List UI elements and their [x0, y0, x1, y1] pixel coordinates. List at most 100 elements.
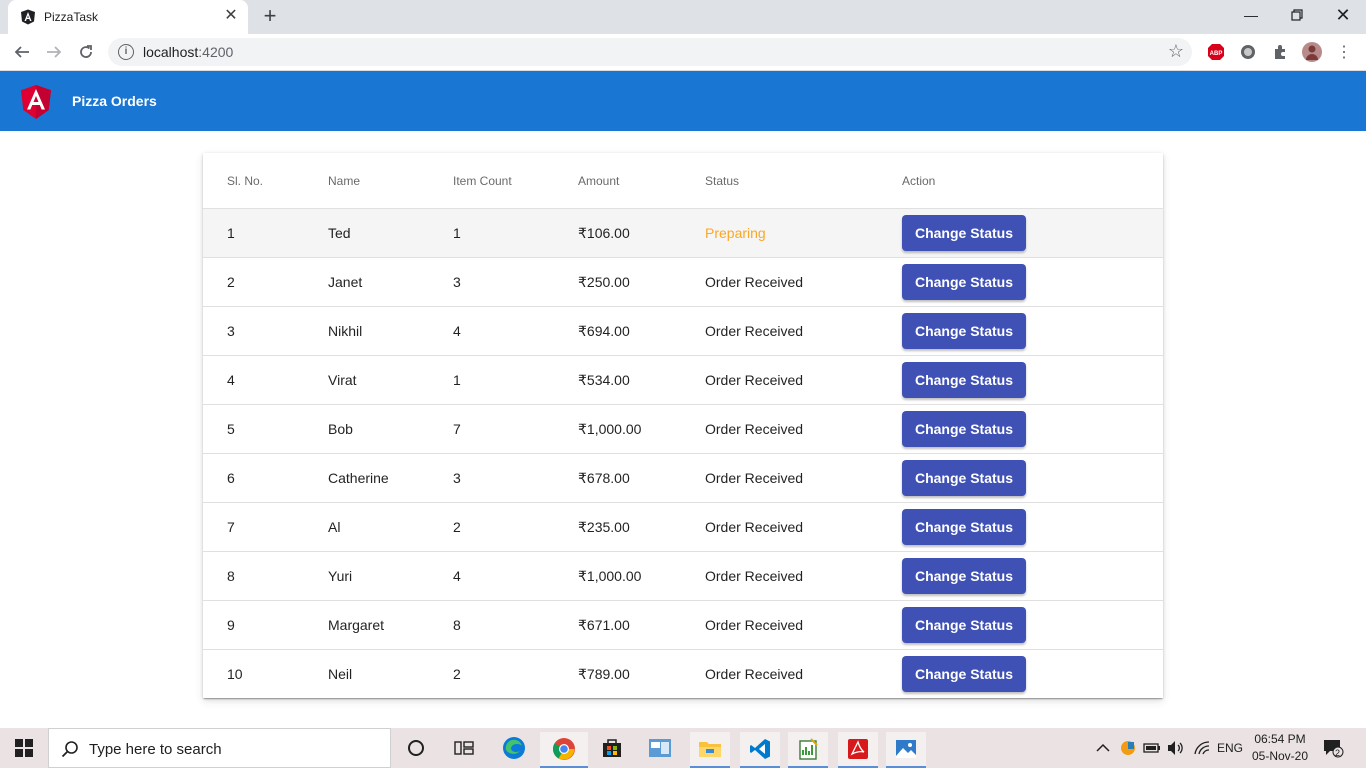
adblock-extension-icon[interactable]: ABP: [1206, 42, 1226, 62]
cell-name: Ted: [328, 208, 453, 258]
taskbar-search-box[interactable]: Type here to search: [48, 728, 391, 768]
cell-status: Order Received: [705, 355, 902, 405]
store-icon[interactable]: [592, 732, 632, 764]
change-status-button[interactable]: Change Status: [902, 264, 1026, 300]
change-status-button[interactable]: Change Status: [902, 558, 1026, 594]
browser-tab[interactable]: PizzaTask ✕: [8, 0, 248, 34]
header-status: Status: [705, 153, 902, 209]
angular-favicon-icon: [21, 9, 35, 25]
task-view-icon[interactable]: [444, 732, 484, 764]
cell-item-count: 4: [453, 306, 578, 356]
cell-action: Change Status: [902, 502, 1163, 552]
file-explorer-icon[interactable]: [690, 732, 730, 768]
wifi-icon[interactable]: [1193, 728, 1211, 768]
cell-action: Change Status: [902, 306, 1163, 356]
minimize-icon[interactable]: —: [1228, 0, 1274, 30]
cell-status: Order Received: [705, 551, 902, 601]
change-status-button[interactable]: Change Status: [902, 411, 1026, 447]
cell-name: Nikhil: [328, 306, 453, 356]
table-header-row: Sl. No. Name Item Count Amount Status Ac…: [203, 153, 1163, 209]
change-status-button[interactable]: Change Status: [902, 607, 1026, 643]
url-text: localhost:4200: [143, 44, 234, 60]
address-bar[interactable]: i localhost:4200 ☆: [108, 38, 1192, 66]
window-close-icon[interactable]: ✕: [1320, 0, 1366, 30]
change-status-button[interactable]: Change Status: [902, 460, 1026, 496]
tray-app-icon[interactable]: [1120, 728, 1136, 768]
cell-sl-no: 5: [203, 404, 328, 454]
notification-count: 2: [1335, 748, 1341, 758]
cell-item-count: 2: [453, 502, 578, 552]
restore-icon[interactable]: [1274, 0, 1320, 30]
tab-title: PizzaTask: [44, 10, 99, 24]
header-action: Action: [902, 153, 1163, 209]
cell-name: Yuri: [328, 551, 453, 601]
vscode-icon[interactable]: [740, 732, 780, 768]
change-status-button[interactable]: Change Status: [902, 509, 1026, 545]
change-status-button[interactable]: Change Status: [902, 215, 1026, 251]
cell-sl-no: 10: [227, 666, 243, 682]
cell-name: Al: [328, 502, 453, 552]
back-icon[interactable]: [10, 40, 34, 64]
cell-amount: ₹789.00: [578, 665, 630, 682]
close-tab-icon[interactable]: ✕: [222, 7, 240, 25]
show-hidden-icons[interactable]: [1096, 728, 1110, 768]
battery-icon[interactable]: [1143, 728, 1161, 768]
svg-text:ABP: ABP: [1210, 51, 1223, 57]
cell-action: Change Status: [902, 208, 1163, 258]
cell-name: Margaret: [328, 600, 453, 650]
notepad-chart-icon[interactable]: [788, 732, 828, 768]
search-icon: [61, 741, 78, 758]
cell-action: Change Status: [902, 404, 1163, 454]
cell-name: Bob: [328, 404, 453, 454]
bookmark-star-icon[interactable]: ☆: [1168, 41, 1184, 62]
cell-amount: ₹534.00: [578, 355, 705, 405]
table-row: 7 Al 2 ₹235.00 Order Received Change Sta…: [203, 502, 1163, 552]
search-placeholder: Type here to search: [89, 741, 222, 758]
site-info-icon[interactable]: i: [118, 44, 134, 60]
browser-menu-icon[interactable]: ⋮: [1334, 42, 1354, 62]
taskbar-clock[interactable]: 06:54 PM 05-Nov-20: [1248, 731, 1312, 765]
app-toolbar: Pizza Orders: [0, 71, 1366, 131]
cell-amount: ₹678.00: [578, 453, 705, 503]
cell-name: Neil: [328, 666, 353, 682]
volume-icon[interactable]: [1167, 728, 1185, 768]
cell-status: Order Received: [705, 600, 902, 650]
edge-browser-icon[interactable]: [494, 732, 534, 764]
extension-circle-icon[interactable]: [1238, 42, 1258, 62]
cell-action: Change Status: [902, 650, 1163, 699]
cell-status: Order Received: [705, 453, 902, 503]
notification-center-icon[interactable]: 2: [1322, 728, 1344, 768]
app-title: Pizza Orders: [72, 93, 157, 109]
cell-status: Preparing: [705, 208, 902, 258]
orders-table: Sl. No. Name Item Count Amount Status Ac…: [203, 153, 1163, 698]
forward-icon[interactable]: [42, 40, 66, 64]
app-window-icon[interactable]: [640, 732, 680, 764]
table-row: 6 Catherine 3 ₹678.00 Order Received Cha…: [203, 453, 1163, 503]
cell-sl-no: 2: [203, 257, 328, 307]
table-row: 5 Bob 7 ₹1,000.00 Order Received Change …: [203, 404, 1163, 454]
header-sl-no: Sl. No.: [203, 153, 328, 209]
reload-icon[interactable]: [74, 40, 98, 64]
chrome-icon[interactable]: [540, 732, 588, 768]
change-status-button[interactable]: Change Status: [902, 362, 1026, 398]
change-status-button[interactable]: Change Status: [902, 313, 1026, 349]
cortana-icon[interactable]: [396, 732, 436, 764]
profile-avatar-icon[interactable]: [1302, 42, 1322, 62]
pdf-reader-icon[interactable]: [838, 732, 878, 768]
change-status-button[interactable]: Change Status: [902, 656, 1026, 692]
cell-action: Change Status: [902, 600, 1163, 650]
input-language[interactable]: ENG: [1217, 728, 1243, 768]
extensions-puzzle-icon[interactable]: [1270, 42, 1290, 62]
cell-action: Change Status: [902, 453, 1163, 503]
cell-item-count: 3: [453, 257, 578, 307]
photos-icon[interactable]: [886, 732, 926, 768]
cell-name: Janet: [328, 257, 453, 307]
clock-date: 05-Nov-20: [1251, 749, 1309, 763]
header-name: Name: [328, 153, 453, 209]
new-tab-icon[interactable]: +: [258, 5, 282, 29]
cell-item-count: 1: [453, 208, 578, 258]
table-row: 9 Margaret 8 ₹671.00 Order Received Chan…: [203, 600, 1163, 650]
cell-name: Virat: [328, 355, 453, 405]
cell-action: Change Status: [902, 355, 1163, 405]
windows-start-icon[interactable]: [0, 728, 48, 768]
